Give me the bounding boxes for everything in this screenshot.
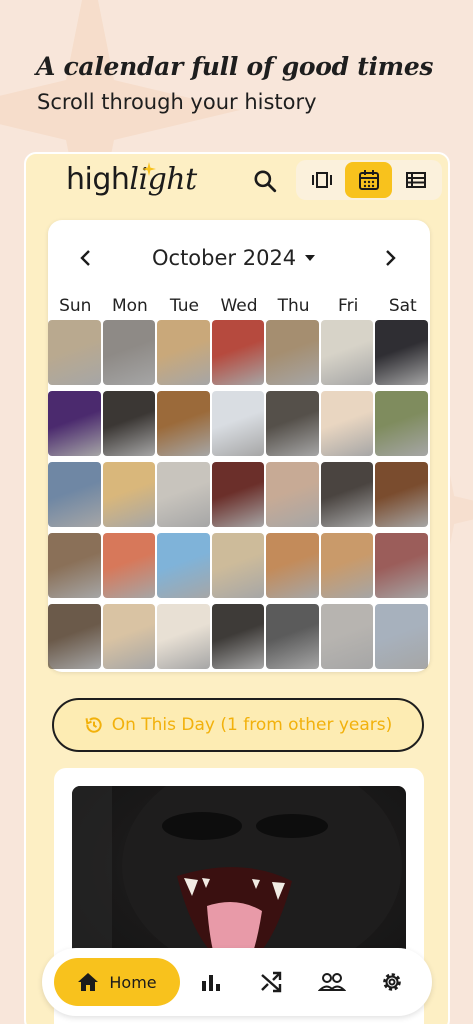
day-photo-cell[interactable]: [320, 604, 373, 669]
chevron-left-icon[interactable]: [74, 246, 98, 270]
calendar-view-button[interactable]: [345, 162, 392, 198]
carousel-view-button[interactable]: [298, 162, 345, 198]
list-view-button[interactable]: [392, 162, 439, 198]
weekday-label: Wed: [220, 296, 258, 316]
stats-icon[interactable]: [199, 970, 223, 994]
day-photo-cell[interactable]: [211, 533, 264, 598]
day-photo-cell[interactable]: [211, 391, 264, 456]
weekday-label: Mon: [111, 296, 148, 316]
day-photo-cell[interactable]: [266, 604, 319, 669]
nav-home-button[interactable]: Home: [54, 958, 180, 1006]
chevron-right-icon[interactable]: [378, 246, 402, 270]
day-photo-cell[interactable]: [48, 320, 101, 385]
promo-subline: Scroll through your history: [37, 90, 317, 114]
bottom-navigation: Home: [42, 948, 432, 1016]
weekday-label: Sun: [59, 296, 92, 316]
calendar-card: October 2024 Sun Mon Tue Wed Thu Fri Sat: [48, 220, 430, 672]
day-photo-cell[interactable]: [320, 462, 373, 527]
app-screen: highlight October 2024 Sun Mon Tue Wed T…: [24, 152, 450, 1024]
app-logo: highlight: [66, 162, 197, 197]
weekday-header-row: Sun Mon Tue Wed Thu Fri Sat: [48, 296, 430, 316]
friends-icon[interactable]: [318, 970, 346, 994]
day-photo-cell[interactable]: [157, 320, 210, 385]
calendar-header: October 2024: [48, 238, 430, 278]
day-photo-cell[interactable]: [157, 533, 210, 598]
day-photo-cell[interactable]: [211, 604, 264, 669]
day-photo-cell[interactable]: [320, 391, 373, 456]
settings-icon[interactable]: [380, 970, 404, 994]
promo-headline: A calendar full of good times: [36, 52, 434, 81]
day-photo-cell[interactable]: [266, 462, 319, 527]
caret-down-icon[interactable]: [304, 254, 316, 262]
day-photo-cell[interactable]: [375, 533, 428, 598]
weekday-label: Tue: [169, 296, 199, 316]
logo-sparkle-icon: [142, 162, 156, 176]
nav-home-label: Home: [109, 972, 157, 992]
on-this-day-label: On This Day (1 from other years): [111, 715, 393, 735]
day-photo-cell[interactable]: [102, 462, 155, 527]
day-photo-cell[interactable]: [102, 604, 155, 669]
day-photo-cell[interactable]: [102, 533, 155, 598]
day-photo-cell[interactable]: [320, 533, 373, 598]
day-photo-cell[interactable]: [48, 391, 101, 456]
day-photo-cell[interactable]: [102, 320, 155, 385]
app-bar: highlight: [26, 154, 448, 210]
view-mode-toggle: [296, 160, 442, 200]
day-photo-cell[interactable]: [211, 462, 264, 527]
day-photo-cell[interactable]: [211, 320, 264, 385]
day-photo-cell[interactable]: [266, 391, 319, 456]
weekday-label: Fri: [338, 296, 359, 316]
day-photo-cell[interactable]: [375, 604, 428, 669]
day-photo-cell[interactable]: [375, 320, 428, 385]
day-photo-cell[interactable]: [266, 320, 319, 385]
day-photo-cell[interactable]: [320, 320, 373, 385]
calendar-view-icon: [358, 170, 379, 190]
month-label[interactable]: October 2024: [152, 246, 296, 270]
day-photo-cell[interactable]: [157, 462, 210, 527]
day-photo-cell[interactable]: [102, 391, 155, 456]
carousel-view-icon: [311, 172, 332, 188]
search-icon[interactable]: [252, 168, 278, 194]
weekday-label: Sat: [388, 296, 417, 316]
day-photo-cell[interactable]: [157, 604, 210, 669]
home-icon: [78, 973, 99, 991]
logo-part-light: light: [129, 162, 197, 197]
shuffle-icon[interactable]: [259, 970, 283, 994]
day-photo-cell[interactable]: [48, 533, 101, 598]
photo-calendar-grid: [48, 320, 430, 669]
logo-part-high: high: [66, 162, 130, 197]
weekday-label: Thu: [277, 296, 310, 316]
day-photo-cell[interactable]: [266, 533, 319, 598]
day-photo-cell[interactable]: [157, 391, 210, 456]
history-icon: [85, 717, 102, 733]
on-this-day-button[interactable]: On This Day (1 from other years): [52, 698, 424, 752]
list-view-icon: [405, 172, 426, 188]
day-photo-cell[interactable]: [375, 391, 428, 456]
day-photo-cell[interactable]: [375, 462, 428, 527]
day-photo-cell[interactable]: [48, 462, 101, 527]
day-photo-cell[interactable]: [48, 604, 101, 669]
